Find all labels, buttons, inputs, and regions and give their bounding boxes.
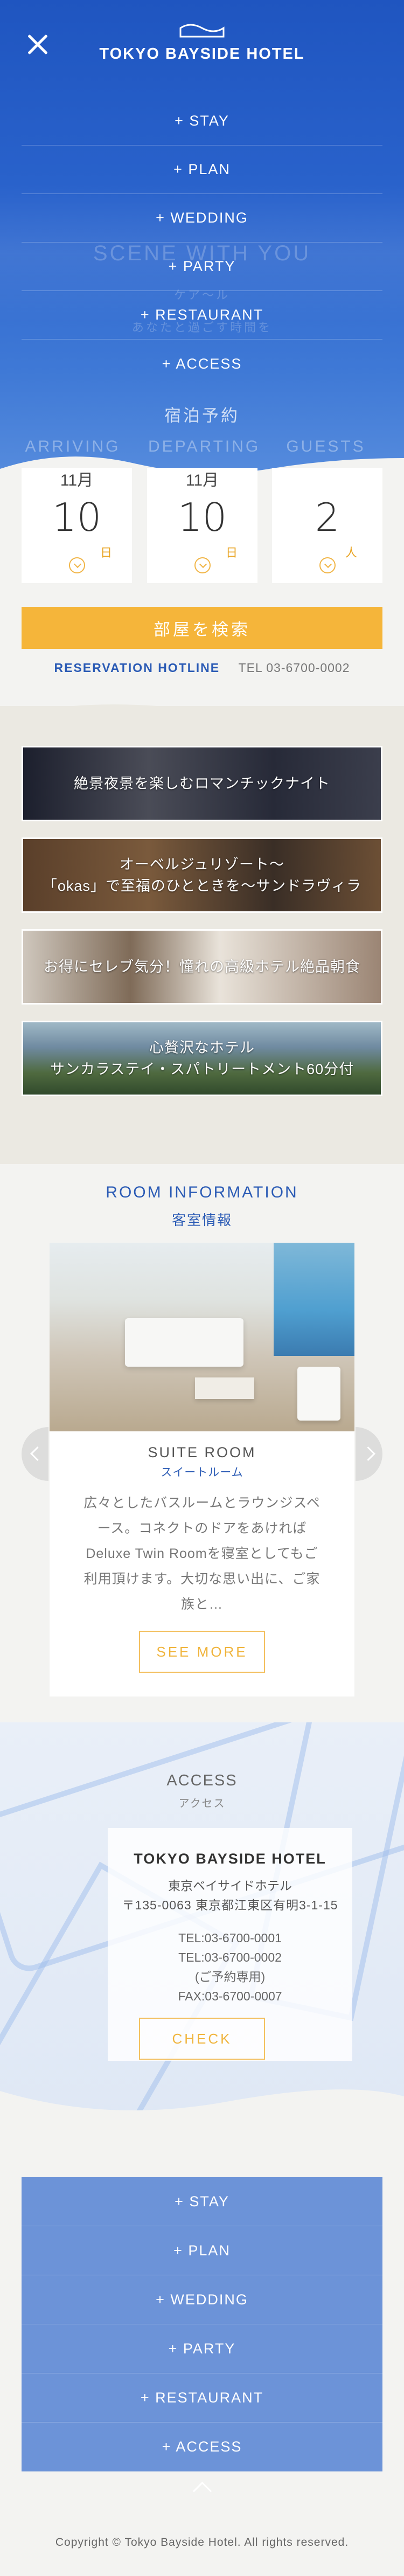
banner-4-line2: サンカラステイ・スパトリートメント60分付: [50, 1061, 354, 1077]
guests-count: 2: [315, 495, 340, 540]
banner-night-view[interactable]: 絶景夜景を楽しむロマンチックナイト: [22, 746, 382, 821]
menu-item-access[interactable]: + ACCESS: [22, 340, 382, 388]
arriving-day: 10: [52, 495, 102, 540]
main-menu: + STAY + PLAN + WEDDING + PARTY + RESTAU…: [22, 97, 382, 388]
chevron-left-icon[interactable]: [22, 1427, 48, 1481]
access-subtitle: アクセス: [178, 1798, 226, 1810]
banner-1-line1: 絶景夜景を楽しむロマンチックナイト: [74, 775, 330, 792]
hotline-label: RESERVATION HOTLINE: [54, 661, 220, 675]
chevron-down-icon[interactable]: [194, 557, 211, 573]
hotel-tel2-note: (ご予約専用): [194, 1970, 266, 1984]
footer-item-party[interactable]: + PARTY: [22, 2324, 382, 2373]
menu-item-plan[interactable]: + PLAN: [22, 146, 382, 194]
footer-item-access[interactable]: + ACCESS: [22, 2422, 382, 2471]
footer-item-plan[interactable]: + PLAN: [22, 2226, 382, 2275]
room-photo-sofa: [125, 1318, 243, 1367]
footer-item-wedding[interactable]: + WEDDING: [22, 2275, 382, 2324]
departing-unit: 日: [226, 546, 238, 559]
footer-item-stay[interactable]: + STAY: [22, 2177, 382, 2226]
room-name: SUITE ROOM: [148, 1444, 256, 1460]
wave-logo-icon: [179, 24, 225, 38]
footer-menu: + STAY + PLAN + WEDDING + PARTY + RESTAU…: [22, 2177, 382, 2471]
room-card: SUITE ROOM スイートルーム 広々としたバスルームとラウンジスペース。コ…: [50, 1431, 354, 1696]
guests-unit: 人: [345, 546, 358, 559]
departing-month: 11月: [185, 472, 219, 489]
menu-item-restaurant[interactable]: + RESTAURANT: [22, 291, 382, 340]
room-section-title: ROOM INFORMATION: [106, 1183, 298, 1201]
banner-spa[interactable]: 心贅沢なホテル サンカラステイ・スパトリートメント60分付: [22, 1021, 382, 1096]
footer-item-restaurant[interactable]: + RESTAURANT: [22, 2373, 382, 2422]
hotel-tel2[interactable]: TEL:03-6700-0002: [108, 1948, 352, 1967]
departing-day: 10: [177, 495, 227, 540]
reservation-hotline: RESERVATION HOTLINE TEL 03-6700-0002: [0, 661, 404, 675]
room-section-subtitle: 客室情報: [171, 1212, 232, 1228]
room-photo-window: [274, 1243, 354, 1356]
access-wave: [0, 2089, 404, 2134]
booking-title: 宿泊予約: [164, 406, 240, 425]
arriving-month: 11月: [60, 472, 94, 489]
hotel-tel1[interactable]: TEL:03-6700-0001: [108, 1928, 352, 1948]
chevron-down-icon[interactable]: [319, 557, 336, 573]
hotline-tel[interactable]: TEL 03-6700-0002: [239, 661, 350, 675]
hotel-address: 〒135-0063 東京都江東区有明3-1-15: [122, 1898, 338, 1912]
banner-auberge[interactable]: オーベルジュリゾート〜 「okas」で至福のひとときを〜サンドラヴィラ: [22, 837, 382, 913]
menu-item-party[interactable]: + PARTY: [22, 243, 382, 291]
departing-picker[interactable]: 11月 10 日: [147, 468, 257, 583]
hotel-contacts: TEL:03-6700-0001 TEL:03-6700-0002 (ご予約専用…: [108, 1928, 352, 2006]
menu-item-wedding[interactable]: + WEDDING: [22, 194, 382, 243]
arriving-unit: 日: [100, 546, 113, 559]
chevron-down-icon[interactable]: [69, 557, 85, 573]
guests-picker[interactable]: 2 人: [272, 468, 382, 583]
banner-4-line1: 心贅沢なホテル: [149, 1040, 255, 1056]
room-photo: [50, 1243, 354, 1431]
banner-2-line2: 「okas」で至福のひとときを〜サンドラヴィラ: [42, 878, 362, 894]
arriving-picker[interactable]: 11月 10 日: [22, 468, 132, 583]
chevron-right-icon[interactable]: [356, 1427, 382, 1481]
banner-2-line1: オーベルジュリゾート〜: [119, 856, 285, 872]
access-title: ACCESS: [166, 1772, 238, 1789]
hotel-name: TOKYO BAYSIDE HOTEL: [134, 1851, 326, 1867]
room-photo-chair: [297, 1367, 340, 1421]
room-description: 広々としたバスルームとラウンジスペース。コネクトのドアをあければDeluxe T…: [83, 1495, 321, 1612]
banner-3-line1: お得にセレブ気分！憧れの高級ホテル絶品朝食: [44, 959, 360, 975]
check-button[interactable]: CHECK: [139, 2018, 265, 2060]
hotel-name-jp: 東京ベイサイドホテル: [168, 1879, 292, 1893]
brand-name: TOKYO BAYSIDE HOTEL: [99, 45, 305, 63]
room-photo-table: [195, 1377, 254, 1399]
chevron-up-icon[interactable]: [189, 2479, 215, 2495]
see-more-button[interactable]: SEE MORE: [139, 1631, 265, 1673]
copyright: Copyright © Tokyo Bayside Hotel. All rig…: [55, 2536, 349, 2549]
room-name-jp: スイートルーム: [161, 1466, 243, 1479]
hero-menu-overlay: SCENE WITH YOU ケア〜ル あなたと過ごす時間を TOKYO BAY…: [0, 0, 404, 496]
search-rooms-button[interactable]: 部屋を検索: [22, 607, 382, 649]
hotel-fax: FAX:03-6700-0007: [178, 1989, 282, 2003]
menu-item-stay[interactable]: + STAY: [22, 97, 382, 146]
banner-breakfast[interactable]: お得にセレブ気分！憧れの高級ホテル絶品朝食: [22, 929, 382, 1005]
